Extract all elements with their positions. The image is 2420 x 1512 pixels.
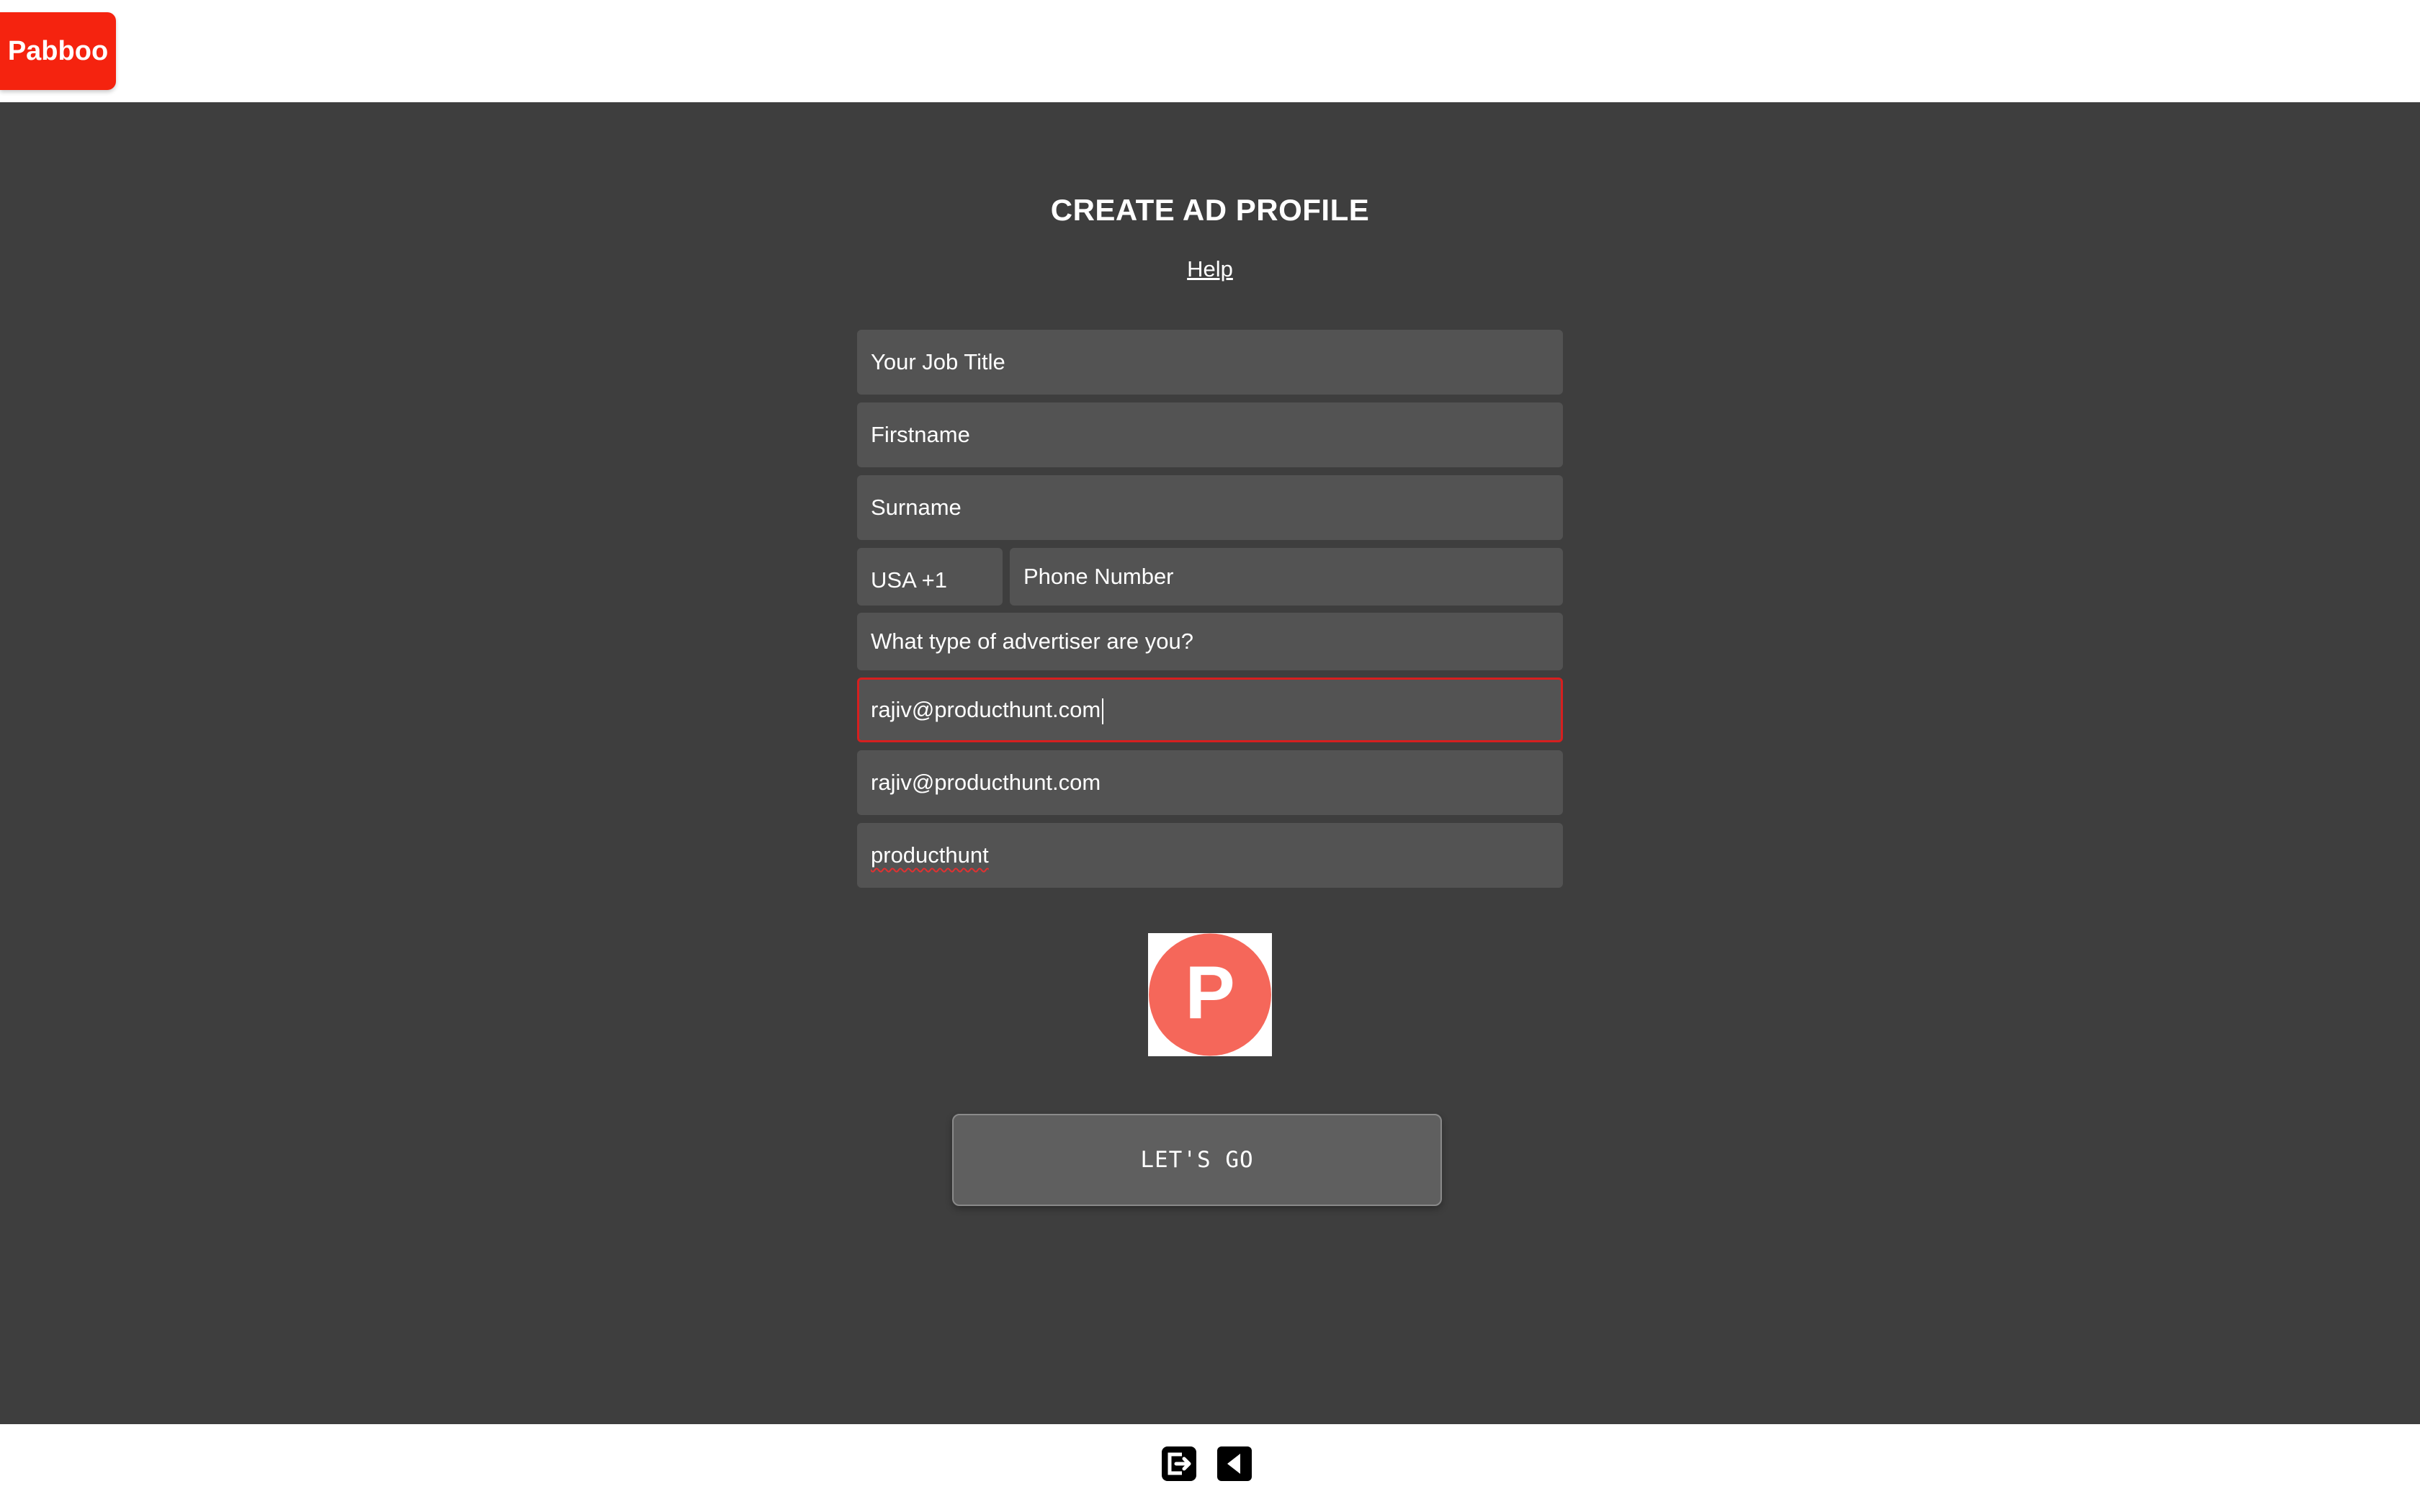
email-value: rajiv@producthunt.com: [871, 697, 1101, 722]
advertiser-type-placeholder: What type of advertiser are you?: [871, 629, 1194, 654]
company-field[interactable]: producthunt: [857, 823, 1563, 888]
page-title: CREATE AD PROFILE: [1050, 193, 1370, 227]
logout-icon[interactable]: [1159, 1444, 1199, 1484]
company-logo[interactable]: P: [1148, 933, 1272, 1056]
confirm-email-field[interactable]: rajiv@producthunt.com: [857, 750, 1563, 815]
advertiser-type-select[interactable]: What type of advertiser are you?: [857, 613, 1563, 670]
firstname-field[interactable]: Firstname: [857, 402, 1563, 467]
surname-placeholder: Surname: [871, 495, 962, 520]
lets-go-button[interactable]: LET'S GO: [952, 1114, 1442, 1206]
surname-field[interactable]: Surname: [857, 475, 1563, 540]
phone-number-placeholder: Phone Number: [1023, 564, 1174, 589]
company-value: producthunt: [871, 842, 989, 868]
job-title-placeholder: Your Job Title: [871, 349, 1005, 374]
firstname-placeholder: Firstname: [871, 422, 970, 447]
country-code-value: USA +1: [871, 567, 947, 593]
phone-number-field[interactable]: Phone Number: [1010, 548, 1563, 606]
main-content: CREATE AD PROFILE Help Your Job Title Fi…: [0, 102, 2420, 1424]
job-title-field[interactable]: Your Job Title: [857, 330, 1563, 395]
top-bar: Pabboo: [0, 0, 2420, 102]
company-logo-letter: P: [1185, 951, 1234, 1035]
pabboo-logo[interactable]: Pabboo: [0, 12, 116, 90]
back-icon[interactable]: [1214, 1444, 1255, 1484]
text-cursor: [1102, 698, 1104, 724]
email-field[interactable]: rajiv@producthunt.com: [857, 678, 1563, 742]
help-link[interactable]: Help: [0, 256, 2420, 282]
confirm-email-value: rajiv@producthunt.com: [871, 770, 1101, 795]
producthunt-logo-icon: P: [1149, 933, 1271, 1056]
bottom-bar: [0, 1424, 2420, 1512]
country-code-select[interactable]: USA +1: [857, 548, 1003, 606]
